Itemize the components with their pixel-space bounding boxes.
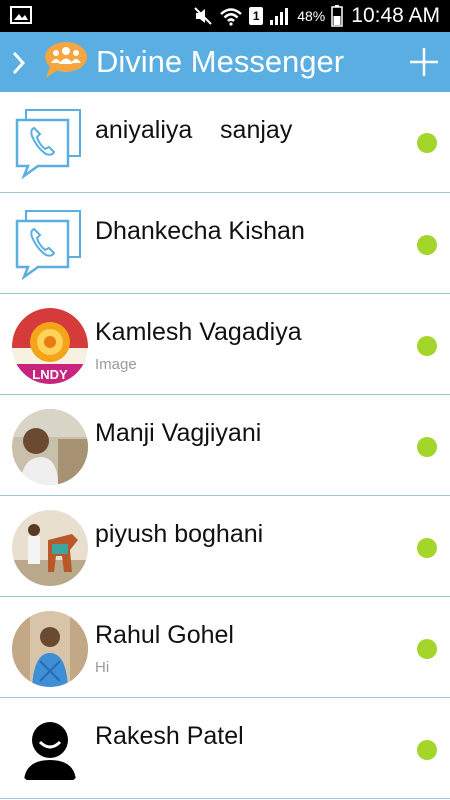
contact-row[interactable]: aniyaliya sanjay [0, 92, 450, 193]
contact-row[interactable]: Rakesh Patel [0, 698, 450, 799]
contact-row[interactable]: Manji Vagjiyani [0, 395, 450, 496]
online-status-dot [417, 740, 437, 760]
clock: 10:48 AM [351, 4, 440, 27]
svg-text:LNDY: LNDY [32, 367, 68, 382]
contact-name: Kamlesh Vagadiya [95, 318, 302, 346]
mute-icon [194, 7, 212, 25]
online-status-dot [417, 336, 437, 356]
contact-row[interactable]: Rahul Gohel Hi [0, 597, 450, 698]
app-title: Divine Messenger [96, 44, 345, 79]
status-bar: 1 48% 10:48 AM [0, 0, 450, 32]
contact-name: aniyaliya sanjay [95, 116, 293, 144]
battery-percent: 48% [297, 8, 326, 24]
online-status-dot [417, 639, 437, 659]
message-preview: Image [95, 356, 137, 373]
chevron-right-icon[interactable] [8, 50, 28, 81]
group-chat-logo-icon [42, 40, 90, 85]
online-status-dot [417, 235, 437, 255]
signal-icon [270, 8, 289, 25]
person-photo-avatar [12, 611, 88, 687]
contact-row[interactable]: Dhankecha Kishan [0, 193, 450, 294]
contact-row[interactable]: LNDY Kamlesh Vagadiya Image [0, 294, 450, 395]
horse-photo-avatar [12, 510, 88, 586]
sun-logo-avatar: LNDY [12, 308, 88, 384]
plus-icon[interactable] [408, 46, 440, 83]
contact-name: piyush boghani [95, 520, 264, 548]
contact-name: Rakesh Patel [95, 722, 244, 750]
sim-icon: 1 [249, 7, 264, 25]
online-status-dot [417, 133, 437, 153]
message-preview: Hi [95, 659, 110, 676]
online-status-dot [417, 437, 437, 457]
contact-name: Manji Vagjiyani [95, 419, 262, 447]
app-bar: Divine Messenger [0, 32, 450, 92]
battery-icon [331, 5, 344, 27]
contact-list: aniyaliya sanjay Dhankecha Kishan LNDY K… [0, 92, 450, 799]
image-icon [10, 6, 32, 24]
default-user-icon [12, 712, 88, 788]
contact-row[interactable]: piyush boghani [0, 496, 450, 597]
person-photo-avatar [12, 409, 88, 485]
phone-chat-icon [14, 104, 86, 180]
contact-name: Rahul Gohel [95, 621, 234, 649]
contact-name: Dhankecha Kishan [95, 217, 305, 245]
online-status-dot [417, 538, 437, 558]
wifi-icon [220, 8, 243, 26]
phone-chat-icon [14, 205, 86, 281]
